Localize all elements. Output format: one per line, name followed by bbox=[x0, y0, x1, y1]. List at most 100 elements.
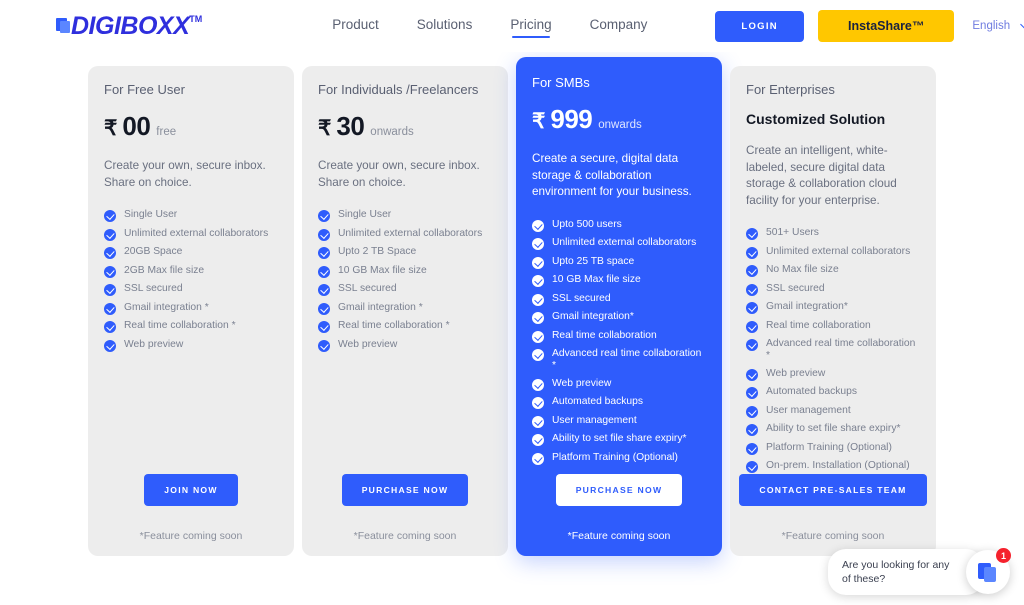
feature-item: Unlimited external collaborators bbox=[318, 228, 492, 241]
feature-item: Web preview bbox=[318, 339, 492, 352]
language-selector[interactable]: English bbox=[972, 17, 1024, 32]
feature-item: SSL secured bbox=[532, 293, 706, 306]
feature-label: Single User bbox=[338, 209, 392, 220]
feature-item: Web preview bbox=[532, 378, 706, 391]
feature-label: Gmail integration * bbox=[124, 301, 209, 313]
check-circle-icon bbox=[532, 330, 544, 343]
check-circle-icon bbox=[104, 247, 116, 259]
feature-label: 10 GB Max file size bbox=[552, 274, 641, 285]
check-circle-icon bbox=[746, 228, 758, 240]
check-circle-icon bbox=[318, 302, 330, 315]
card-footer: PURCHASE NOW *Feature coming soon bbox=[318, 474, 492, 556]
check-circle-icon bbox=[104, 339, 116, 352]
check-circle-icon bbox=[318, 284, 330, 296]
check-circle-icon bbox=[532, 349, 544, 361]
feature-item: Ability to set file share expiry* bbox=[532, 433, 706, 446]
feature-label: Upto 500 users bbox=[552, 218, 622, 230]
check-circle-icon bbox=[532, 378, 544, 391]
price-currency-symbol: ₹ bbox=[104, 117, 118, 140]
check-circle-icon bbox=[104, 265, 116, 278]
chat-launcher-button[interactable]: 1 bbox=[966, 548, 1011, 594]
card-footnote: *Feature coming soon bbox=[353, 530, 457, 542]
feature-item: No Max file size bbox=[746, 264, 920, 277]
check-circle-icon bbox=[746, 265, 758, 277]
feature-list: Upto 500 users Unlimited external collabo… bbox=[532, 219, 706, 465]
feature-label: Advanced real time collaboration * bbox=[552, 348, 702, 371]
card-audience: For Enterprises bbox=[746, 82, 835, 97]
card-audience: For SMBs bbox=[532, 75, 590, 90]
check-circle-icon bbox=[532, 293, 544, 306]
feature-label: Unlimited external collaborators bbox=[766, 245, 911, 257]
feature-label: On-prem. Installation (Optional) bbox=[766, 460, 910, 471]
feature-item: Unlimited external collaborators bbox=[104, 228, 278, 241]
nav-item-company[interactable]: Company bbox=[590, 17, 648, 35]
nav-item-product[interactable]: Product bbox=[332, 17, 379, 35]
check-circle-icon bbox=[104, 321, 116, 333]
card-cta-button[interactable]: PURCHASE NOW bbox=[555, 474, 683, 506]
card-footnote: *Feature coming soon bbox=[567, 530, 671, 542]
check-circle-icon bbox=[104, 210, 116, 222]
nav-item-pricing[interactable]: Pricing bbox=[510, 17, 552, 38]
feature-label: SSL secured bbox=[552, 292, 611, 304]
pricing-cards: For Free User ₹00 free Create your own, sec… bbox=[0, 52, 1024, 556]
feature-label: Real time collaboration * bbox=[124, 320, 236, 331]
check-circle-icon bbox=[746, 387, 758, 399]
check-circle-icon bbox=[746, 320, 758, 333]
feature-item: Gmail integration* bbox=[532, 311, 706, 324]
header-actions: LOGIN InstaShare™ English bbox=[715, 10, 1024, 42]
price-currency-symbol: ₹ bbox=[318, 117, 332, 140]
chevron-down-icon bbox=[1020, 17, 1024, 31]
card-cta-button[interactable]: CONTACT PRE-SALES TEAM bbox=[739, 474, 927, 506]
feature-item: User management bbox=[746, 405, 920, 418]
feature-item: Web preview bbox=[746, 368, 920, 381]
check-circle-icon bbox=[746, 368, 758, 381]
feature-item: Platform Training (Optional) bbox=[532, 452, 706, 465]
feature-item: Real time collaboration * bbox=[104, 320, 278, 333]
feature-item: Advanced real time collaboration * bbox=[746, 338, 920, 362]
check-circle-icon bbox=[532, 397, 544, 409]
check-circle-icon bbox=[318, 339, 330, 352]
card-footer: CONTACT PRE-SALES TEAM *Feature coming so… bbox=[739, 474, 927, 556]
feature-label: Upto 2 TB Space bbox=[338, 246, 417, 257]
feature-label: SSL secured bbox=[338, 283, 397, 294]
nav-item-solutions[interactable]: Solutions bbox=[417, 17, 473, 35]
feature-label: Real time collaboration * bbox=[338, 320, 450, 331]
card-audience: For Free User bbox=[104, 82, 185, 97]
chat-widget: Are you looking for any of these? 1 bbox=[828, 548, 1011, 595]
price-suffix: onwards bbox=[370, 126, 414, 138]
card-cta-button[interactable]: PURCHASE NOW bbox=[341, 474, 469, 506]
price-suffix: free bbox=[156, 126, 177, 138]
card-price: ₹30 onwards bbox=[318, 111, 492, 142]
feature-item: Platform Training (Optional) bbox=[746, 442, 920, 455]
feature-label: Upto 25 TB space bbox=[552, 255, 635, 267]
feature-item: Real time collaboration bbox=[532, 330, 706, 343]
check-circle-icon bbox=[532, 275, 544, 287]
feature-list: Single User Unlimited external collaborat… bbox=[318, 209, 492, 352]
feature-label: Automated backups bbox=[552, 396, 644, 407]
check-circle-icon bbox=[532, 238, 544, 250]
feature-label: Web preview bbox=[124, 338, 184, 350]
card-footnote: *Feature coming soon bbox=[139, 530, 243, 542]
feature-item: 10 GB Max file size bbox=[532, 274, 706, 287]
card-description: Create an intelligent, white-labeled, se… bbox=[746, 144, 897, 207]
feature-label: User management bbox=[766, 404, 851, 416]
feature-item: 2GB Max file size bbox=[104, 265, 278, 278]
digiboxx-logo[interactable]: DIGIBOXX TM bbox=[56, 13, 202, 39]
feature-label: Automated backups bbox=[766, 386, 858, 397]
pricing-card: For Individuals /Freelancers ₹30 onwards Cr… bbox=[302, 66, 508, 556]
card-cta-button[interactable]: JOIN NOW bbox=[144, 474, 238, 506]
check-circle-icon bbox=[318, 321, 330, 333]
language-label: English bbox=[972, 20, 1011, 32]
feature-label: Platform Training (Optional) bbox=[552, 451, 678, 463]
price-amount: 30 bbox=[336, 111, 365, 141]
price-suffix: onwards bbox=[598, 119, 642, 131]
instashare-button[interactable]: InstaShare™ bbox=[817, 10, 955, 42]
chat-message-bubble[interactable]: Are you looking for any of these? bbox=[828, 549, 984, 595]
check-circle-icon bbox=[532, 312, 544, 324]
logo-wordmark: DIGIBOXX bbox=[71, 12, 190, 40]
card-audience: For Individuals /Freelancers bbox=[318, 82, 479, 97]
login-button[interactable]: LOGIN bbox=[715, 10, 804, 42]
check-circle-icon bbox=[532, 256, 544, 269]
check-circle-icon bbox=[318, 228, 330, 241]
card-description: Create your own, secure inbox. Share on … bbox=[318, 159, 480, 189]
